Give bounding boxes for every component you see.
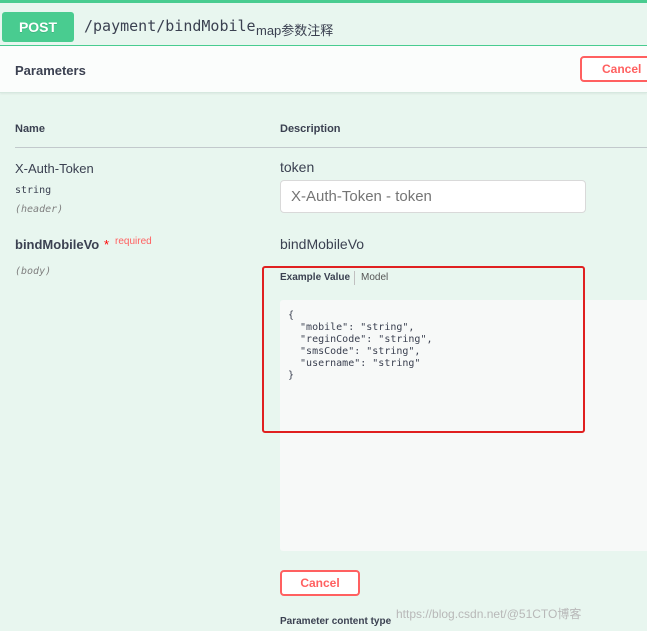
parameters-title: Parameters xyxy=(15,63,86,78)
cancel-button[interactable]: Cancel xyxy=(280,570,360,596)
cancel-button[interactable]: Cancel xyxy=(580,56,647,82)
method-badge: POST xyxy=(2,12,74,42)
required-star: * xyxy=(104,237,110,252)
param-type: string xyxy=(15,185,52,196)
parameters-header: Parameters Cancel xyxy=(0,46,647,93)
param-location: (header) xyxy=(15,204,64,215)
operation-summary[interactable]: POST /payment/bindMobile map参数注释 xyxy=(0,0,647,46)
required-label: required xyxy=(115,236,152,247)
highlight-box xyxy=(262,266,585,433)
x-auth-token-input[interactable] xyxy=(280,180,586,213)
header-divider xyxy=(15,147,647,148)
param-description: bindMobileVo xyxy=(280,236,365,252)
operation-block: POST /payment/bindMobile map参数注释 Paramet… xyxy=(0,0,647,631)
param-description: token xyxy=(280,159,315,175)
param-name: X-Auth-Token xyxy=(15,161,94,176)
watermark: https://blog.csdn.net/@51CTO博客 xyxy=(396,607,582,621)
param-location: (body) xyxy=(15,266,52,277)
name-column-header: Name xyxy=(15,123,45,135)
content-type-label: Parameter content type xyxy=(280,616,392,627)
endpoint-description: map参数注释 xyxy=(256,23,334,38)
endpoint-path: /payment/bindMobile xyxy=(84,17,256,35)
description-column-header: Description xyxy=(280,123,341,135)
param-name: bindMobileVo xyxy=(15,237,100,252)
